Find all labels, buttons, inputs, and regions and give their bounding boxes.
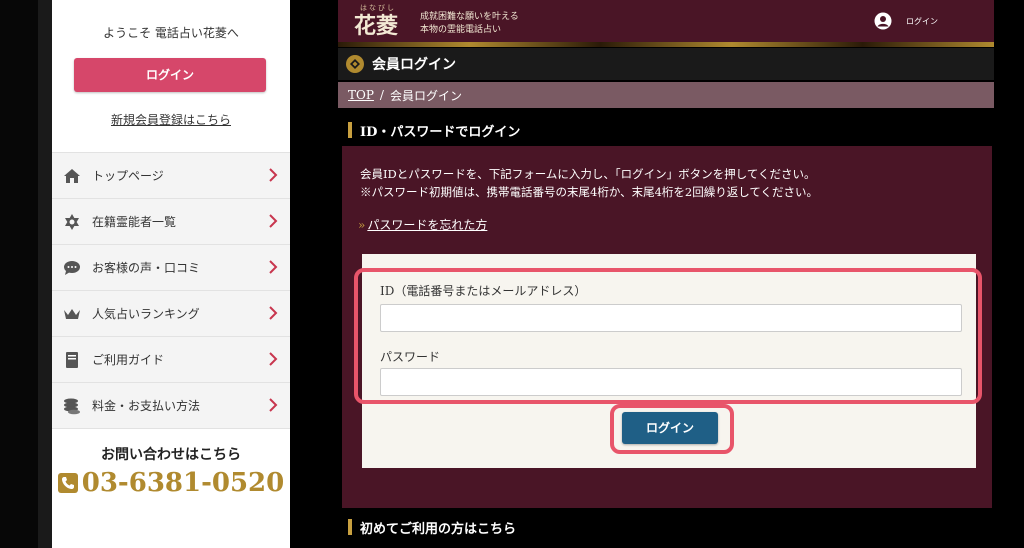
page-root: ようこそ 電話占い花菱へ ログイン 新規会員登録はこちら トップページ 在籍霊能… bbox=[0, 0, 1024, 548]
book-icon bbox=[62, 350, 82, 370]
contact-heading: お問い合わせはこちら bbox=[101, 447, 241, 463]
chevron-right-icon bbox=[269, 398, 278, 412]
description-line2: ※パスワード初期値は、携帯電話番号の末尾4桁か、末尾4桁を2回繰り返してください… bbox=[360, 185, 819, 199]
sidebar: ようこそ 電話占い花菱へ ログイン 新規会員登録はこちら トップページ 在籍霊能… bbox=[52, 0, 290, 548]
speech-bubble-icon bbox=[62, 258, 82, 278]
breadcrumb-current: 会員ログイン bbox=[389, 88, 462, 103]
left-edge-strip bbox=[0, 0, 38, 548]
button-highlight-box bbox=[610, 404, 734, 454]
register-link[interactable]: 新規会員登録はこちら bbox=[52, 111, 290, 128]
sidebar-item-pricing[interactable]: 料金・お支払い方法 bbox=[52, 383, 290, 429]
chevron-right-icon bbox=[269, 214, 278, 228]
forgot-password-text: パスワードを忘れた方 bbox=[367, 218, 488, 232]
page-title-bar: 会員ログイン bbox=[338, 48, 994, 80]
heading-bar-mark bbox=[348, 519, 352, 535]
crown-icon bbox=[62, 304, 82, 324]
main-content: はなびし 花菱 成就困難な願いを叶える 本物の霊能電話占い ログイン 会員ログイ… bbox=[338, 0, 994, 548]
chevron-right-icon bbox=[269, 260, 278, 274]
sidebar-item-label: ご利用ガイド bbox=[92, 353, 165, 367]
chevron-right-icon bbox=[269, 306, 278, 320]
section-heading-login: ID・パスワードでログイン bbox=[338, 116, 994, 144]
forgot-password-link[interactable]: » パスワードを忘れた方 bbox=[358, 216, 487, 233]
sidebar-item-reviews[interactable]: お客様の声・口コミ bbox=[52, 245, 290, 291]
sidebar-item-top[interactable]: トップページ bbox=[52, 153, 290, 199]
sidebar-login-button[interactable]: ログイン bbox=[74, 58, 266, 92]
breadcrumb-separator: / bbox=[379, 88, 384, 102]
breadcrumb: TOP / 会員ログイン bbox=[338, 82, 994, 108]
tagline-line2: 本物の霊能電話占い bbox=[420, 25, 502, 35]
coins-icon bbox=[62, 396, 82, 416]
login-panel: 会員IDとパスワードを、下記フォームに入力し、「ログイン」ボタンを押してください… bbox=[342, 146, 992, 508]
sidebar-item-ranking[interactable]: 人気占いランキング bbox=[52, 291, 290, 337]
sidebar-item-label: トップページ bbox=[92, 169, 164, 183]
home-icon bbox=[62, 166, 82, 186]
header-gold-border bbox=[338, 42, 994, 47]
form-highlight-box bbox=[354, 268, 982, 404]
heading-bar-mark bbox=[348, 122, 352, 138]
sidebar-item-label: 人気占いランキング bbox=[92, 307, 200, 321]
description-line1: 会員IDとパスワードを、下記フォームに入力し、「ログイン」ボタンを押してください… bbox=[360, 167, 816, 181]
sidebar-nav: トップページ 在籍霊能者一覧 お客様の声・口コミ 人気占いランキング ご利用ガイ… bbox=[52, 152, 290, 429]
section-heading-first-time: 初めてご利用の方はこちら bbox=[338, 514, 994, 540]
section-title: ID・パスワードでログイン bbox=[360, 124, 521, 140]
phone-text: 03-6381-0520 bbox=[81, 468, 285, 498]
site-logo[interactable]: 花菱 bbox=[354, 8, 398, 40]
phone-icon bbox=[57, 473, 78, 493]
header-login-link[interactable]: ログイン bbox=[906, 16, 938, 27]
first-time-title: 初めてご利用の方はこちら bbox=[360, 521, 517, 537]
sidebar-item-label: 料金・お支払い方法 bbox=[92, 399, 201, 413]
tagline-line1: 成就困難な願いを叶える bbox=[420, 12, 519, 22]
page-title: 会員ログイン bbox=[372, 57, 456, 73]
chevron-right-icon bbox=[269, 352, 278, 366]
sidebar-item-psychics[interactable]: 在籍霊能者一覧 bbox=[52, 199, 290, 245]
chevron-right-icon bbox=[269, 168, 278, 182]
breadcrumb-top-link[interactable]: TOP bbox=[348, 88, 374, 102]
welcome-text: ようこそ 電話占い花菱へ bbox=[103, 26, 239, 40]
user-icon[interactable] bbox=[874, 12, 892, 30]
star-of-david-icon bbox=[62, 212, 82, 232]
site-header: はなびし 花菱 成就困難な願いを叶える 本物の霊能電話占い ログイン bbox=[338, 0, 994, 42]
crest-icon bbox=[346, 55, 364, 73]
sidebar-item-label: 在籍霊能者一覧 bbox=[92, 215, 177, 229]
left-gutter bbox=[38, 0, 52, 548]
phone-number[interactable]: 03-6381-0520 bbox=[52, 468, 290, 498]
double-chevron-icon: » bbox=[358, 218, 366, 232]
sidebar-item-label: お客様の声・口コミ bbox=[92, 261, 201, 275]
sidebar-item-guide[interactable]: ご利用ガイド bbox=[52, 337, 290, 383]
